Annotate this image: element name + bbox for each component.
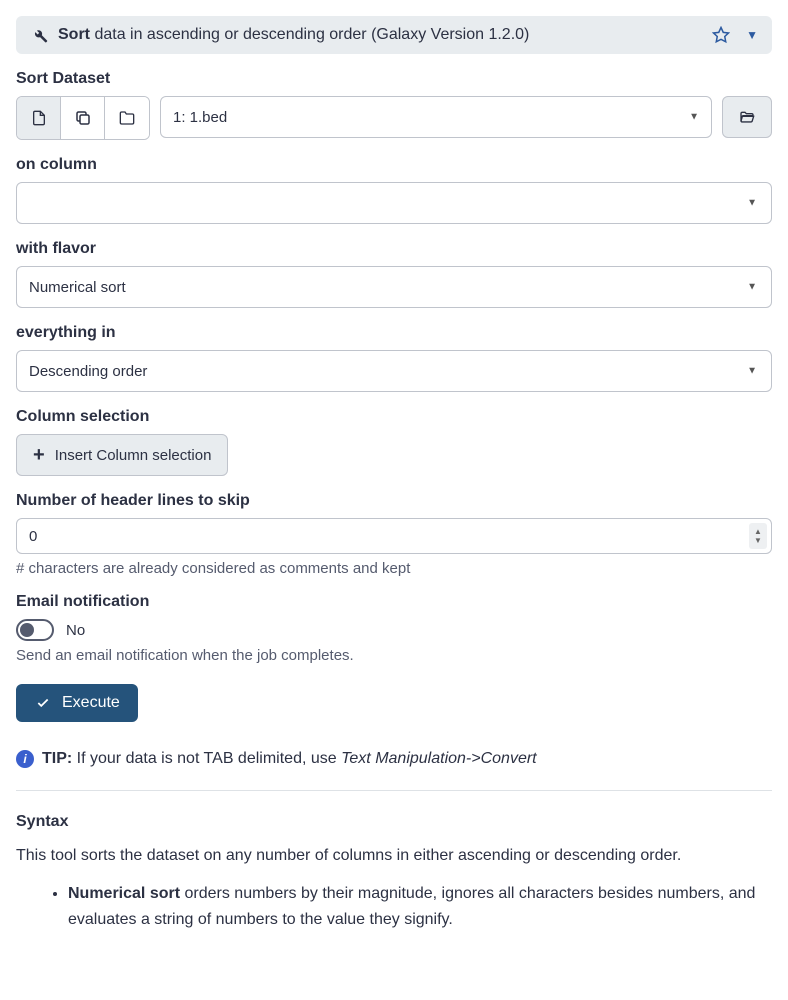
everything-in-select[interactable]: Descending order ▼ xyxy=(16,350,772,392)
on-column-select[interactable]: ▼ xyxy=(16,182,772,224)
tip-row: i TIP: If your data is not TAB delimited… xyxy=(16,750,772,768)
syntax-section: Syntax This tool sorts the dataset on an… xyxy=(16,813,772,932)
email-state: No xyxy=(66,622,85,639)
sort-dataset-label: Sort Dataset xyxy=(16,70,772,88)
dataset-select[interactable]: 1: 1.bed ▼ xyxy=(160,96,712,138)
on-column-label: on column xyxy=(16,156,772,174)
email-help: Send an email notification when the job … xyxy=(16,647,772,664)
column-selection-label: Column selection xyxy=(16,408,772,426)
with-flavor-select[interactable]: Numerical sort ▼ xyxy=(16,266,772,308)
collection-button[interactable] xyxy=(105,97,149,139)
header-lines-help: # characters are already considered as c… xyxy=(16,560,772,577)
header-lines-input[interactable]: 0 ▲▼ xyxy=(16,518,772,554)
tool-title: Sort data in ascending or descending ord… xyxy=(58,26,702,44)
syntax-body: This tool sorts the dataset on any numbe… xyxy=(16,847,772,865)
chevron-down-icon: ▼ xyxy=(747,282,757,293)
field-email-notification: Email notification No Send an email noti… xyxy=(16,593,772,664)
dropdown-icon[interactable]: ▼ xyxy=(746,28,758,42)
single-file-button[interactable] xyxy=(17,97,61,139)
divider xyxy=(16,790,772,791)
input-mode-group xyxy=(16,96,150,140)
multi-file-button[interactable] xyxy=(61,97,105,139)
field-sort-dataset: Sort Dataset 1: 1.bed ▼ xyxy=(16,70,772,140)
tool-header: Sort data in ascending or descending ord… xyxy=(16,16,772,54)
field-on-column: on column ▼ xyxy=(16,156,772,224)
star-icon[interactable] xyxy=(712,26,730,44)
chevron-down-icon: ▼ xyxy=(689,112,699,123)
plus-icon: + xyxy=(33,445,45,465)
execute-button[interactable]: Execute xyxy=(16,684,138,722)
field-header-lines: Number of header lines to skip 0 ▲▼ # ch… xyxy=(16,492,772,577)
wrench-icon xyxy=(30,26,48,44)
insert-column-button[interactable]: + Insert Column selection xyxy=(16,434,228,476)
field-with-flavor: with flavor Numerical sort ▼ xyxy=(16,240,772,308)
email-toggle[interactable] xyxy=(16,619,54,641)
info-icon: i xyxy=(16,750,34,768)
syntax-heading: Syntax xyxy=(16,813,772,831)
browse-button[interactable] xyxy=(722,96,772,138)
everything-in-label: everything in xyxy=(16,324,772,342)
header-lines-label: Number of header lines to skip xyxy=(16,492,772,510)
field-everything-in: everything in Descending order ▼ xyxy=(16,324,772,392)
email-label: Email notification xyxy=(16,593,772,611)
with-flavor-label: with flavor xyxy=(16,240,772,258)
number-spinner[interactable]: ▲▼ xyxy=(749,523,767,549)
chevron-down-icon: ▼ xyxy=(747,198,757,209)
field-column-selection: Column selection + Insert Column selecti… xyxy=(16,408,772,476)
syntax-item: Numerical sort orders numbers by their m… xyxy=(68,881,772,932)
chevron-down-icon: ▼ xyxy=(747,366,757,377)
